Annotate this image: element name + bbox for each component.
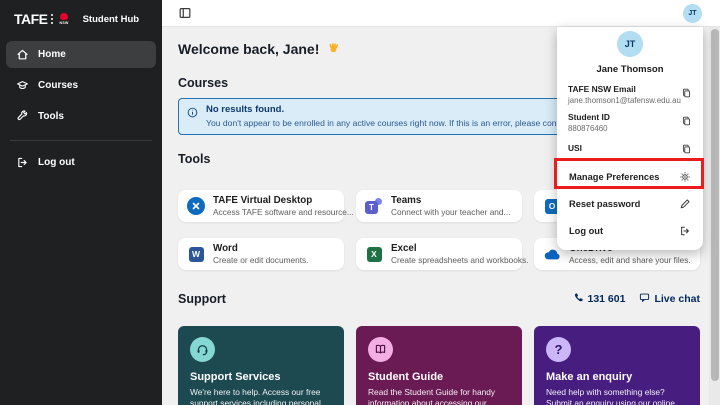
sidebar-nav: Home Courses Tools Log out <box>0 37 162 184</box>
profile-name: Jane Thomson <box>557 64 703 75</box>
tafe-logo-dots <box>51 14 53 24</box>
live-chat-link[interactable]: Live chat <box>639 292 700 306</box>
logout-icon <box>679 225 691 237</box>
sidebar-divider <box>10 140 152 141</box>
phone-icon <box>573 292 584 306</box>
tools-icon <box>16 110 29 123</box>
topbar: JT <box>162 0 720 27</box>
copy-icon[interactable] <box>681 86 692 98</box>
menu-item-reset-password[interactable]: Reset password <box>557 190 703 217</box>
headset-icon <box>190 337 215 362</box>
support-grid: Support Services We're here to help. Acc… <box>178 326 700 405</box>
sidebar-item-home[interactable]: Home <box>6 41 156 68</box>
sidebar-toggle-icon[interactable] <box>178 6 192 20</box>
question-icon: ? <box>546 337 571 362</box>
logout-icon <box>16 156 29 169</box>
app-title: Student Hub <box>83 14 139 25</box>
sidebar-item-label: Courses <box>38 80 78 91</box>
teams-icon: T <box>365 197 383 215</box>
tool-card-word[interactable]: W Word Create or edit documents. <box>178 238 344 270</box>
profile-field-email: TAFE NSW Email jane.thomson1@tafensw.edu… <box>568 84 692 105</box>
waving-hand-icon <box>327 42 340 55</box>
sidebar-item-label: Home <box>38 49 66 60</box>
courses-icon <box>16 79 29 92</box>
sidebar-item-label: Log out <box>38 157 75 168</box>
gear-icon <box>679 171 691 183</box>
support-card-support-services[interactable]: Support Services We're here to help. Acc… <box>178 326 344 405</box>
app-logo: TAFE NSW Student Hub <box>0 0 162 37</box>
support-heading: Support <box>178 292 226 306</box>
avatar[interactable]: JT <box>683 4 702 23</box>
excel-icon: X <box>365 245 383 263</box>
tool-card-teams[interactable]: T Teams Connect with your teacher and... <box>356 190 522 222</box>
scrollbar-thumb[interactable] <box>711 29 719 381</box>
word-icon: W <box>187 245 205 263</box>
home-icon <box>16 48 29 61</box>
phone-link[interactable]: 131 601 <box>573 292 626 306</box>
waratah-icon: NSW <box>60 13 69 25</box>
onedrive-icon <box>543 245 561 263</box>
info-icon <box>187 105 198 116</box>
profile-avatar: JT <box>617 31 643 57</box>
scrollbar-track[interactable] <box>709 27 720 405</box>
tool-card-tafe-virtual-desktop[interactable]: TAFE Virtual Desktop Access TAFE softwar… <box>178 190 344 222</box>
tafe-logo-text: TAFE <box>14 11 48 27</box>
sidebar-item-label: Tools <box>38 111 64 122</box>
profile-field-student-id: Student ID 880876460 <box>568 112 692 133</box>
copy-icon[interactable] <box>681 142 692 154</box>
book-icon <box>368 337 393 362</box>
support-contact: 131 601 Live chat <box>573 292 701 306</box>
sidebar: TAFE NSW Student Hub Home Courses Tools <box>0 0 162 405</box>
tool-card-excel[interactable]: X Excel Create spreadsheets and workbook… <box>356 238 522 270</box>
copy-icon[interactable] <box>681 114 692 126</box>
profile-menu: JT Jane Thomson TAFE NSW Email jane.thom… <box>557 27 703 250</box>
support-card-student-guide[interactable]: Student Guide Read the Student Guide for… <box>356 326 522 405</box>
menu-item-manage-preferences[interactable]: Manage Preferences <box>557 163 703 190</box>
support-header-row: Support 131 601 Live chat <box>178 292 700 306</box>
menu-divider <box>557 160 703 161</box>
menu-item-logout[interactable]: Log out <box>557 217 703 244</box>
profile-field-usi: USI <box>568 143 692 153</box>
sidebar-item-tools[interactable]: Tools <box>6 103 156 130</box>
tafe-virtual-desktop-icon <box>187 197 205 215</box>
support-card-make-an-enquiry[interactable]: ? Make an enquiry Need help with somethi… <box>534 326 700 405</box>
chat-icon <box>639 292 650 306</box>
sidebar-item-courses[interactable]: Courses <box>6 72 156 99</box>
pencil-icon <box>679 198 691 210</box>
sidebar-item-logout[interactable]: Log out <box>6 149 156 176</box>
